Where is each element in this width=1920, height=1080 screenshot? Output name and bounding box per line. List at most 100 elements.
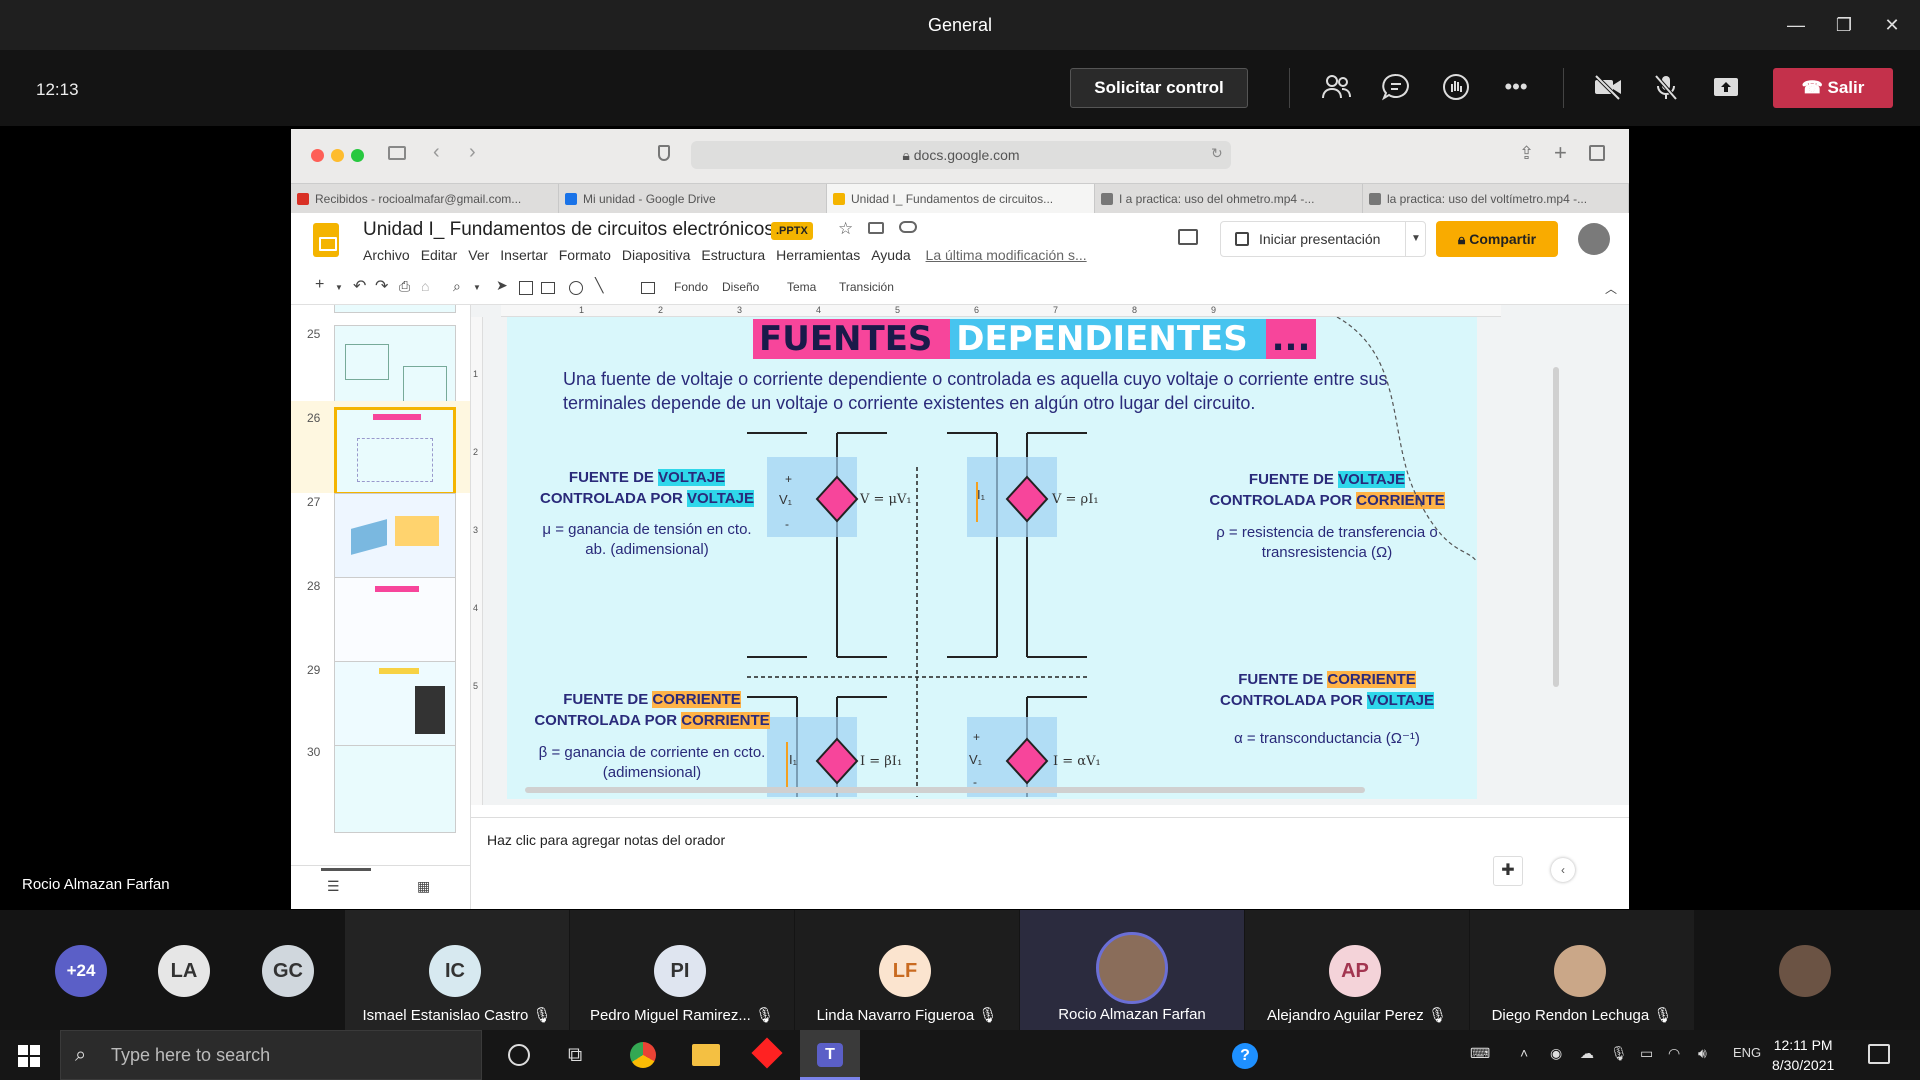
grid-view-icon[interactable]: ▦	[417, 878, 430, 895]
participant-tile[interactable]: PI Pedro Miguel Ramirez... 🎙︎	[570, 910, 794, 1030]
leave-button[interactable]: ☎ Salir	[1773, 68, 1893, 108]
menu-ayuda[interactable]: Ayuda	[871, 247, 910, 263]
new-tab-icon[interactable]: +	[1554, 140, 1567, 166]
chevron-up-icon[interactable]: ˄	[1520, 1045, 1528, 1061]
windows-start-icon[interactable]	[18, 1045, 40, 1067]
slide-thumbnail[interactable]	[334, 305, 456, 313]
document-title[interactable]: Unidad I_ Fundamentos de circuitos elect…	[363, 219, 774, 241]
request-control-button[interactable]: Solicitar control	[1070, 68, 1248, 108]
close-icon[interactable]: ✕	[1872, 10, 1912, 40]
sidebar-icon[interactable]	[388, 146, 406, 160]
camera-off-icon[interactable]	[1590, 72, 1626, 106]
teams-taskbar-item[interactable]: T	[800, 1030, 860, 1080]
theme-button[interactable]: Tema	[787, 280, 816, 294]
slide-thumbnail[interactable]	[334, 745, 456, 833]
url-bar[interactable]: 🔒︎ docs.google.com	[691, 141, 1231, 169]
restore-icon[interactable]: ❐	[1824, 10, 1864, 40]
language-indicator[interactable]: ENG	[1733, 1045, 1761, 1060]
keyboard-icon[interactable]: ⌨	[1470, 1045, 1490, 1062]
chat-icon[interactable]	[1378, 72, 1414, 106]
task-view-icon[interactable]: ⧉	[568, 1044, 582, 1067]
tab-ohmetro[interactable]: I a practica: uso del ohmetro.mp4 -...	[1095, 184, 1363, 214]
participant-tile-self[interactable]	[1695, 910, 1919, 1030]
chevron-left-icon[interactable]: ‹	[1551, 858, 1575, 882]
slide-thumbnail-current[interactable]	[334, 407, 456, 495]
comments-icon[interactable]	[1178, 229, 1198, 245]
transition-button[interactable]: Transición	[839, 280, 894, 294]
app-icon[interactable]	[751, 1037, 783, 1069]
participant-tile[interactable]: Diego Rendon Lechuga 🎙︎	[1470, 910, 1694, 1030]
undo-icon[interactable]: ↶	[353, 276, 366, 296]
chevron-down-icon[interactable]: ▼	[335, 283, 343, 292]
tab-overview-icon[interactable]	[1589, 145, 1605, 161]
participants-icon[interactable]	[1318, 72, 1354, 106]
tab-voltimetro[interactable]: la practica: uso del voltímetro.mp4 -...	[1363, 184, 1629, 214]
zoom-icon[interactable]: ⌕	[453, 278, 461, 295]
slide-canvas[interactable]: FUENTES DEPENDIENTES ... Una fuente de v…	[507, 317, 1477, 799]
minimize-dot-icon[interactable]	[331, 149, 344, 162]
mic-off-icon[interactable]	[1648, 72, 1684, 106]
minimize-icon[interactable]: —	[1776, 10, 1816, 40]
paint-format-icon[interactable]: ⌂	[421, 278, 429, 294]
menu-insertar[interactable]: Insertar	[500, 247, 547, 263]
redo-icon[interactable]: ↷	[375, 276, 388, 296]
menu-editar[interactable]: Editar	[421, 247, 458, 263]
menu-estructura[interactable]: Estructura	[701, 247, 765, 263]
raise-hand-icon[interactable]	[1438, 72, 1474, 106]
battery-icon[interactable]: ▭	[1640, 1045, 1653, 1062]
text-box-icon[interactable]	[519, 281, 533, 295]
share-icon[interactable]: ⇪	[1519, 143, 1534, 164]
notifications-icon[interactable]	[1868, 1044, 1890, 1064]
participant-tile[interactable]: IC Ismael Estanislao Castro 🎙︎	[345, 910, 569, 1030]
zoom-dot-icon[interactable]	[351, 149, 364, 162]
slide-thumbnail[interactable]	[334, 325, 456, 413]
reload-icon[interactable]: ↻	[1211, 145, 1223, 162]
chevron-down-icon[interactable]: ▼	[473, 283, 481, 292]
image-icon[interactable]	[541, 282, 555, 294]
chevron-down-icon[interactable]: ▼	[1411, 222, 1421, 256]
forward-icon[interactable]: ›	[469, 141, 476, 164]
menu-archivo[interactable]: Archivo	[363, 247, 410, 263]
chrome-icon[interactable]	[630, 1042, 656, 1068]
star-icon[interactable]: ☆	[838, 219, 853, 239]
participant-tile[interactable]: AP Alejandro Aguilar Perez 🎙︎	[1245, 910, 1469, 1030]
back-icon[interactable]: ‹	[433, 141, 440, 164]
share-screen-icon[interactable]	[1708, 72, 1744, 106]
participant-tile[interactable]: LA	[158, 910, 258, 1030]
share-button[interactable]: 🔒︎ Compartir	[1436, 221, 1558, 257]
wifi-icon[interactable]: ◠	[1668, 1045, 1680, 1062]
volume-icon[interactable]: 🔊︎	[1698, 1045, 1707, 1062]
horizontal-scrollbar[interactable]	[525, 787, 1365, 793]
new-slide-icon[interactable]: +	[315, 276, 324, 294]
print-icon[interactable]: ⎙	[399, 278, 410, 295]
list-view-icon[interactable]: ☰	[327, 878, 340, 895]
select-cursor-icon[interactable]: ➤	[496, 277, 508, 294]
participant-tile[interactable]: LF Linda Navarro Figueroa 🎙︎	[795, 910, 1019, 1030]
help-icon[interactable]: ?	[1232, 1043, 1258, 1069]
tab-drive[interactable]: Mi unidad - Google Drive	[559, 184, 827, 214]
collapse-icon[interactable]: ︿	[1605, 280, 1617, 297]
slide-thumbnail[interactable]	[334, 661, 456, 749]
file-explorer-icon[interactable]	[692, 1044, 720, 1066]
close-dot-icon[interactable]	[311, 149, 324, 162]
present-button[interactable]: Iniciar presentación ▼	[1220, 221, 1426, 257]
more-options-icon[interactable]: •••	[1498, 72, 1534, 106]
cortana-icon[interactable]	[508, 1044, 530, 1066]
line-icon[interactable]: ╲	[595, 277, 603, 294]
menu-ver[interactable]: Ver	[468, 247, 489, 263]
slide-thumbnail[interactable]	[334, 493, 456, 581]
onedrive-icon[interactable]: ☁	[1580, 1045, 1594, 1062]
move-folder-icon[interactable]	[868, 222, 884, 234]
menu-formato[interactable]: Formato	[559, 247, 611, 263]
last-modified-link[interactable]: La última modificación s...	[926, 247, 1087, 263]
taskbar-search-input[interactable]: ⌕ Type here to search	[60, 1030, 482, 1080]
participant-tile-active[interactable]: Rocio Almazan Farfan	[1020, 910, 1244, 1030]
layout-button[interactable]: Diseño	[722, 280, 759, 294]
comment-icon[interactable]	[641, 282, 655, 294]
participant-overflow[interactable]: +24	[0, 910, 115, 1030]
system-clock[interactable]: 12:11 PM 8/30/2021	[1772, 1035, 1834, 1075]
slide-thumbnail[interactable]	[334, 577, 456, 665]
tab-gmail[interactable]: Recibidos - rocioalmafar@gmail.com...	[291, 184, 559, 214]
speaker-notes[interactable]: Haz clic para agregar notas del orador ✚…	[471, 817, 1629, 909]
menu-diapositiva[interactable]: Diapositiva	[622, 247, 690, 263]
